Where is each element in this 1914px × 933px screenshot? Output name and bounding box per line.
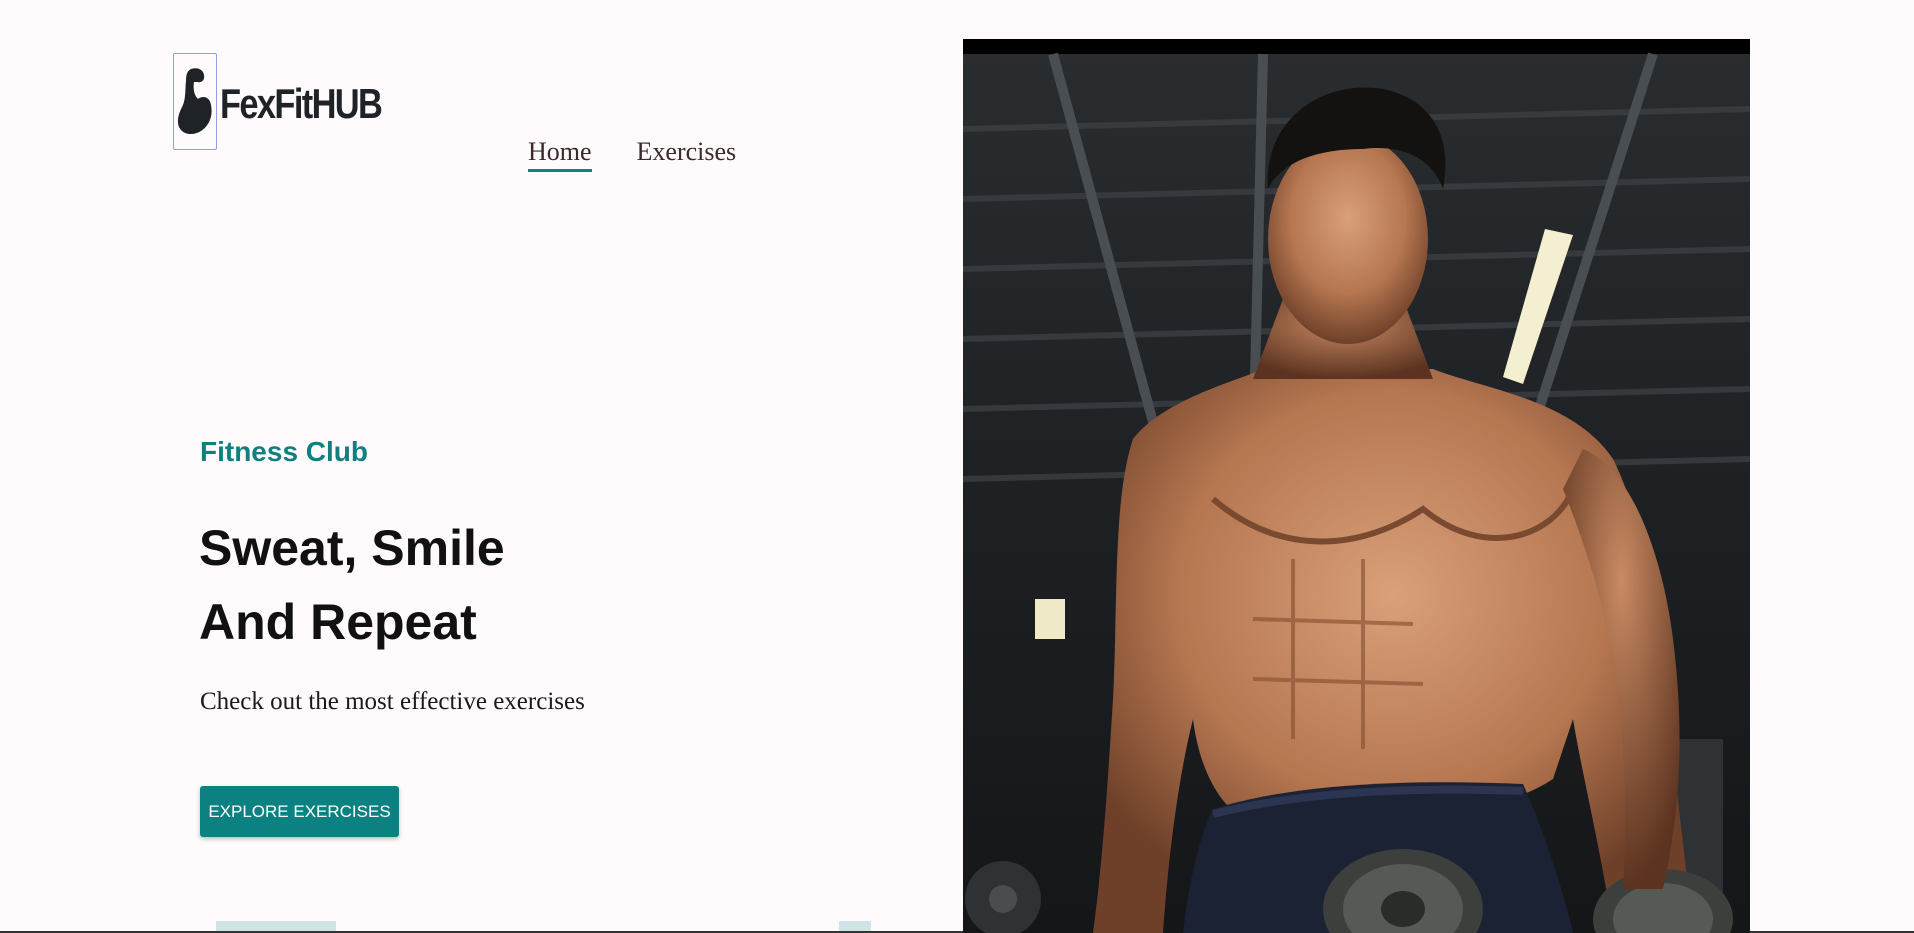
bodybuilder-photo-illustration	[963, 39, 1750, 933]
flexed-arm-icon	[173, 53, 217, 150]
nav-exercises-link[interactable]: Exercises	[637, 137, 737, 172]
hero-title-line-1: Sweat, Smile	[199, 520, 505, 576]
hero-subtitle: Check out the most effective exercises	[200, 688, 585, 715]
explore-exercises-button[interactable]: EXPLORE EXERCISES	[200, 786, 399, 837]
brand-name: FexFitHUB	[220, 79, 383, 127]
main-nav: Home Exercises	[528, 137, 736, 172]
hero-banner-image	[963, 39, 1750, 933]
nav-home-link[interactable]: Home	[528, 137, 592, 172]
hero-tagline: Fitness Club	[200, 436, 369, 467]
brand-logo[interactable]: FexFitHUB	[173, 53, 417, 150]
hero-title: Sweat, Smile And Repeat	[199, 511, 505, 659]
hero-title-line-2: And Repeat	[199, 594, 477, 650]
